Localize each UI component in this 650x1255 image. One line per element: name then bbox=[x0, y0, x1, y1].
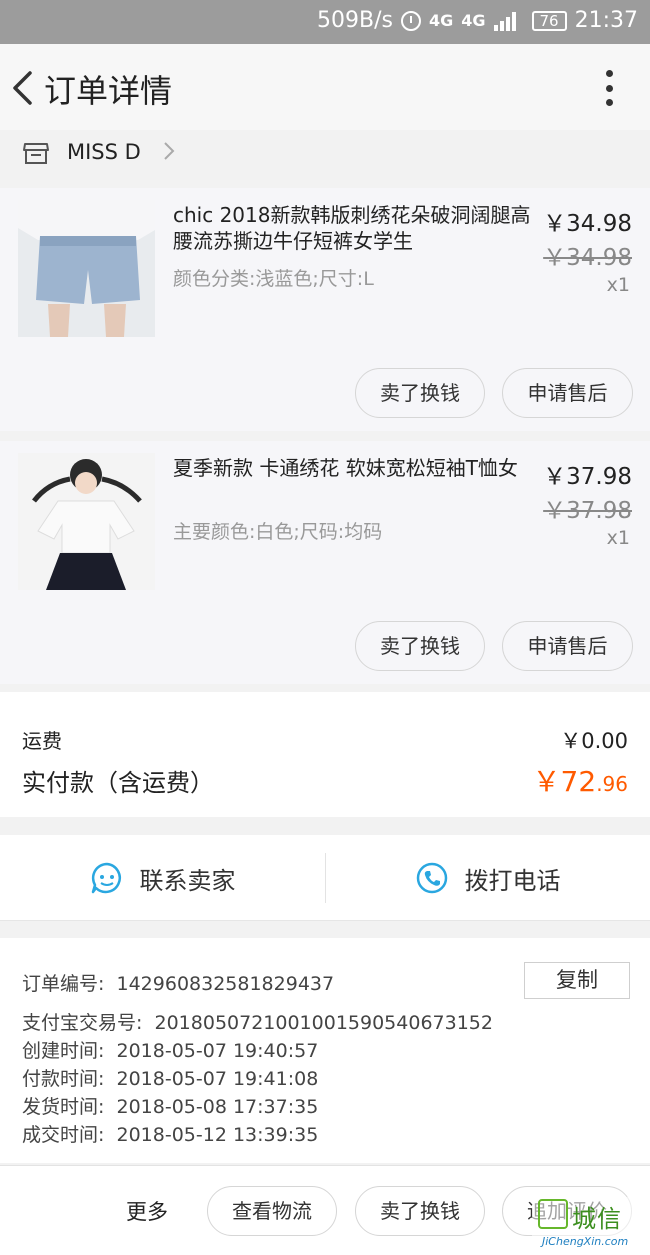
product-title[interactable]: chic 2018新款韩版刺绣花朵破洞阔腿高腰流苏撕边牛仔短裤女学生 bbox=[173, 202, 533, 254]
product-original-price: ￥34.98 bbox=[543, 245, 632, 271]
completed-time-row: 成交时间: 2018-05-12 13:39:35 bbox=[22, 1120, 318, 1147]
order-item[interactable]: 夏季新款 卡通绣花 软妹宽松短袖T恤女 主要颜色:白色;尺码:均码 ￥37.98… bbox=[0, 441, 650, 684]
info-value: 2018-05-12 13:39:35 bbox=[116, 1124, 319, 1146]
paid-label: 实付款（含运费） bbox=[22, 769, 214, 797]
call-phone-label: 拨打电话 bbox=[464, 866, 561, 895]
alipay-trade-row: 支付宝交易号: 2018050721001001590540673152 bbox=[22, 1008, 493, 1035]
product-quantity: x1 bbox=[606, 527, 630, 549]
watermark: 城信 JiChengXin.com bbox=[532, 1197, 650, 1255]
clock: 21:37 bbox=[574, 8, 638, 33]
product-image[interactable] bbox=[18, 200, 155, 337]
watermark-url: JiChengXin.com bbox=[542, 1235, 629, 1248]
paid-decimal: .96 bbox=[596, 772, 628, 796]
info-label: 订单编号: bbox=[22, 973, 105, 995]
contact-seller-label: 联系卖家 bbox=[139, 866, 236, 895]
order-totals: 运费 ￥0.00 实付款（含运费） ￥72.96 bbox=[0, 692, 650, 817]
network-speed: 509B/s bbox=[317, 8, 393, 33]
chevron-right-icon bbox=[164, 142, 175, 160]
product-quantity: x1 bbox=[606, 274, 630, 296]
watermark-text: 城信 bbox=[572, 1205, 622, 1233]
info-value: 2018-05-07 19:41:08 bbox=[116, 1068, 319, 1090]
shipping-label: 运费 bbox=[22, 729, 62, 753]
product-title[interactable]: 夏季新款 卡通绣花 软妹宽松短袖T恤女 bbox=[173, 455, 533, 481]
title-bar: 订单详情 bbox=[0, 44, 650, 130]
network-type: 4G bbox=[428, 11, 454, 30]
view-logistics-button[interactable]: 查看物流 bbox=[207, 1186, 337, 1236]
order-item[interactable]: chic 2018新款韩版刺绣花朵破洞阔腿高腰流苏撕边牛仔短裤女学生 颜色分类:… bbox=[0, 188, 650, 431]
contact-bar: 联系卖家 拨打电话 bbox=[0, 835, 650, 921]
copy-button[interactable]: 复制 bbox=[524, 962, 630, 999]
shop-row[interactable]: MISS D bbox=[0, 130, 650, 188]
info-label: 创建时间: bbox=[22, 1040, 105, 1062]
signal-icon bbox=[493, 11, 516, 31]
paid-amount: ￥72.96 bbox=[533, 760, 628, 800]
back-arrow-icon[interactable] bbox=[10, 70, 38, 106]
chat-bubble-icon bbox=[91, 862, 121, 894]
resell-button[interactable]: 卖了换钱 bbox=[355, 621, 485, 671]
info-value: 2018-05-08 17:37:35 bbox=[116, 1096, 319, 1118]
after-sales-button[interactable]: 申请售后 bbox=[502, 368, 633, 418]
order-number-row: 订单编号: 142960832581829437 bbox=[22, 969, 334, 996]
created-time-row: 创建时间: 2018-05-07 19:40:57 bbox=[22, 1036, 318, 1063]
paid-integer: 72 bbox=[560, 765, 597, 798]
shipping-value: ￥0.00 bbox=[560, 729, 628, 753]
product-original-price: ￥37.98 bbox=[543, 498, 632, 524]
alarm-icon bbox=[400, 10, 421, 31]
shop-icon bbox=[23, 143, 49, 164]
product-price: ￥34.98 bbox=[543, 211, 632, 237]
network-type-2: 4G bbox=[461, 11, 486, 30]
product-sku: 主要颜色:白色;尺码:均码 bbox=[173, 521, 383, 543]
info-label: 付款时间: bbox=[22, 1068, 105, 1090]
status-bar: 509B/s 4G 4G 76 21:37 bbox=[0, 0, 650, 44]
info-value: 2018050721001001590540673152 bbox=[154, 1012, 493, 1034]
shipped-time-row: 发货时间: 2018-05-08 17:37:35 bbox=[22, 1092, 318, 1119]
watermark-logo-icon bbox=[538, 1199, 568, 1229]
more-options-icon[interactable] bbox=[606, 70, 614, 106]
product-image[interactable] bbox=[18, 453, 155, 590]
order-info: 订单编号: 142960832581829437 复制 支付宝交易号: 2018… bbox=[0, 938, 650, 1163]
info-value: 2018-05-07 19:40:57 bbox=[116, 1040, 319, 1062]
shop-name: MISS D bbox=[67, 140, 141, 164]
info-label: 发货时间: bbox=[22, 1096, 105, 1118]
info-label: 支付宝交易号: bbox=[22, 1012, 143, 1034]
battery-icon: 76 bbox=[531, 10, 567, 31]
product-sku: 颜色分类:浅蓝色;尺寸:L bbox=[173, 268, 374, 290]
paid-time-row: 付款时间: 2018-05-07 19:41:08 bbox=[22, 1064, 318, 1091]
after-sales-button[interactable]: 申请售后 bbox=[502, 621, 633, 671]
more-link[interactable]: 更多 bbox=[126, 1196, 168, 1226]
info-value: 142960832581829437 bbox=[116, 973, 335, 995]
product-price: ￥37.98 bbox=[543, 464, 632, 490]
resell-button[interactable]: 卖了换钱 bbox=[355, 368, 485, 418]
phone-icon bbox=[416, 862, 447, 894]
contact-seller-button[interactable]: 联系卖家 bbox=[0, 835, 325, 921]
info-label: 成交时间: bbox=[22, 1124, 105, 1146]
page-title: 订单详情 bbox=[44, 72, 173, 110]
bottom-action-bar: 更多 查看物流 卖了换钱 追加评价 城信 JiChengXin.com bbox=[0, 1165, 650, 1255]
call-phone-button[interactable]: 拨打电话 bbox=[325, 835, 650, 921]
paid-currency: ￥ bbox=[532, 765, 561, 798]
resell-button[interactable]: 卖了换钱 bbox=[355, 1186, 485, 1236]
